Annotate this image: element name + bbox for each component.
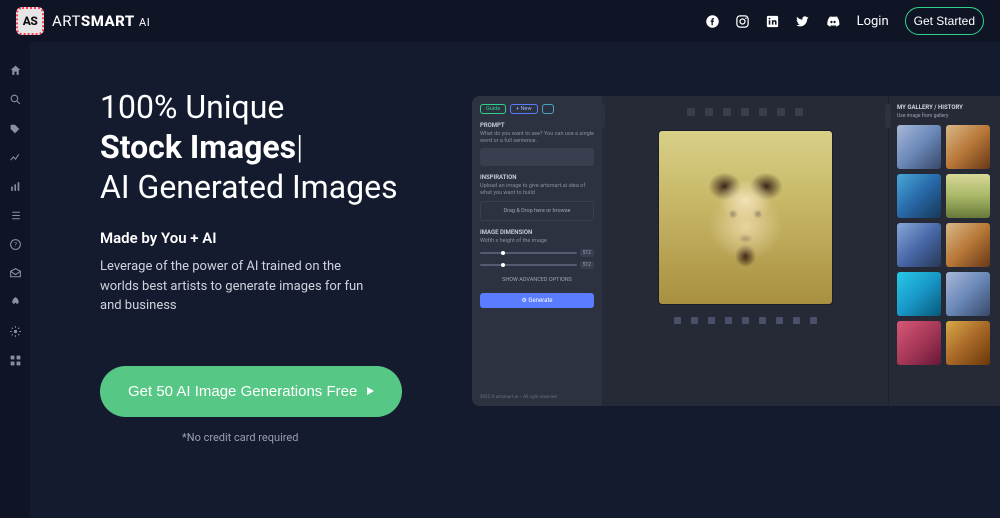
inspiration-label: INSPIRATION (480, 174, 594, 181)
brand-name-bold: SMART (81, 12, 135, 30)
headline-line3: AI Generated Images (100, 168, 398, 206)
brand-mark: AS (16, 7, 44, 35)
preview-sidebar: Guide + New PROMPT What do you want to s… (472, 96, 602, 406)
chip-row: Guide + New (480, 104, 594, 114)
guide-chip[interactable]: Guide (480, 104, 506, 114)
preview-gallery: MY GALLERY / HISTORY Use image from gall… (888, 96, 1000, 406)
inbox-icon[interactable] (9, 265, 22, 278)
list-icon[interactable] (9, 207, 22, 220)
width-value: 512 (580, 249, 594, 257)
preview-canvas-area (602, 96, 888, 406)
top-nav-right: Login Get Started (705, 7, 984, 35)
gallery-thumb[interactable] (897, 321, 941, 365)
width-slider[interactable]: 512 (480, 249, 594, 257)
brand-name: ARTSMART AI (52, 12, 150, 30)
login-link[interactable]: Login (857, 14, 889, 29)
gallery-thumb[interactable] (946, 174, 990, 218)
rocket-icon[interactable] (9, 294, 22, 307)
prompt-label: PROMPT (480, 122, 594, 129)
home-icon[interactable] (9, 62, 22, 75)
help-icon[interactable]: ? (9, 236, 22, 249)
more-icon[interactable] (795, 108, 803, 116)
gallery-thumb[interactable] (897, 223, 941, 267)
left-collapse-handle[interactable] (599, 104, 605, 128)
twitter-icon[interactable] (795, 13, 811, 29)
hero-subtitle: Made by You + AI (100, 229, 450, 247)
cta-label: Get 50 AI Image Generations Free (128, 383, 357, 400)
gallery-sub: Use image from gallery (897, 113, 994, 119)
settings-icon[interactable] (9, 323, 22, 336)
play-icon (367, 387, 374, 395)
undo-icon[interactable] (741, 108, 749, 116)
edit-icon[interactable] (725, 317, 732, 324)
dimension-label: IMAGE DIMENSION (480, 229, 594, 236)
gallery-thumb[interactable] (897, 125, 941, 169)
facebook-icon[interactable] (705, 13, 721, 29)
brand-name-suffix: AI (139, 16, 150, 29)
footer-left-text: 2022 © artsmart.ai – All right reserved (480, 395, 557, 400)
dimension-hint: Width x height of the image (480, 238, 594, 245)
search-icon[interactable] (9, 91, 22, 104)
prompt-hint: What do you want to see? You can use a s… (480, 131, 594, 145)
text-icon[interactable] (776, 317, 783, 324)
hero-description: Leverage of the power of AI trained on t… (100, 257, 380, 316)
reset-icon[interactable] (777, 108, 785, 116)
headline-line1: 100% Unique (100, 88, 284, 126)
gallery-thumb[interactable] (946, 272, 990, 316)
tags-icon[interactable] (9, 120, 22, 133)
redo-icon[interactable] (759, 108, 767, 116)
brand-name-part1: ART (52, 12, 81, 30)
generated-image[interactable] (658, 130, 833, 305)
social-links (705, 13, 841, 29)
gallery-thumb[interactable] (897, 174, 941, 218)
gallery-grid (897, 125, 994, 365)
analytics-icon[interactable] (9, 149, 22, 162)
gallery-thumb[interactable] (897, 272, 941, 316)
headline-line2: Stock Images (100, 128, 296, 166)
generate-button[interactable]: ⚙ Generate (480, 293, 594, 308)
gallery-thumb[interactable] (946, 321, 990, 365)
inspiration-hint: Upload an image to give artsmart.ai idea… (480, 183, 594, 197)
grid-icon[interactable] (9, 352, 22, 365)
gallery-thumb[interactable] (946, 125, 990, 169)
top-nav: AS ARTSMART AI Login Get Started (0, 0, 1000, 42)
cloud-icon[interactable] (742, 317, 749, 324)
right-collapse-handle[interactable] (885, 104, 891, 128)
gallery-title: MY GALLERY / HISTORY (897, 104, 994, 111)
linkedin-icon[interactable] (765, 13, 781, 29)
bars-icon[interactable] (9, 178, 22, 191)
cta-button[interactable]: Get 50 AI Image Generations Free (100, 366, 402, 417)
prompt-input[interactable] (480, 148, 594, 166)
vertical-sidebar: ? (0, 42, 30, 518)
typing-caret: | (296, 128, 303, 166)
advanced-options-link[interactable]: SHOW ADVANCED OPTIONS (480, 277, 594, 283)
mode-chip[interactable] (542, 104, 554, 114)
zoom-in-icon[interactable] (705, 108, 713, 116)
crop-icon[interactable] (674, 317, 681, 324)
hand-icon[interactable] (723, 108, 731, 116)
height-value: 512 (580, 261, 594, 269)
zoom-out-icon[interactable] (687, 108, 695, 116)
hero-headline: 100% Unique Stock Images| AI Generated I… (100, 87, 450, 207)
dropzone[interactable]: Drag & Drop here or browse (480, 201, 594, 221)
canvas-toolbar (687, 108, 803, 116)
instagram-icon[interactable] (735, 13, 751, 29)
copy-icon[interactable] (691, 317, 698, 324)
app-preview: Guide + New PROMPT What do you want to s… (472, 96, 1000, 406)
star-icon[interactable] (759, 317, 766, 324)
get-started-button[interactable]: Get Started (905, 7, 984, 35)
hero-text: 100% Unique Stock Images| AI Generated I… (100, 87, 450, 518)
image-actions (674, 317, 817, 324)
new-chip[interactable]: + New (510, 104, 537, 114)
height-slider[interactable]: 512 (480, 261, 594, 269)
brand-logo[interactable]: AS ARTSMART AI (16, 7, 150, 35)
gallery-thumb[interactable] (946, 223, 990, 267)
expand-icon[interactable] (810, 317, 817, 324)
discord-icon[interactable] (825, 13, 841, 29)
cta-note: *No credit card required (182, 431, 450, 444)
share-icon[interactable] (708, 317, 715, 324)
svg-text:?: ? (13, 241, 16, 249)
trash-icon[interactable] (793, 317, 800, 324)
